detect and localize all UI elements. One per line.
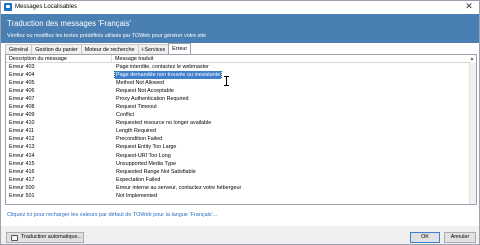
row-translation[interactable]: Length Required <box>112 127 470 135</box>
row-description: Erreur 500 <box>9 184 35 191</box>
row-translation-text: Not Implemented <box>116 192 158 199</box>
row-translation-text: Conflict <box>116 112 134 119</box>
vertical-scrollbar[interactable] <box>469 63 476 204</box>
auto-translate-label: Traduction automatique... <box>21 234 82 240</box>
row-translation-text: Requested resource no longer available <box>116 120 212 127</box>
tab-gestion-panier[interactable]: Gestion du panier <box>31 44 82 54</box>
scroll-up-icon[interactable]: ▲ <box>469 55 475 63</box>
row-translation-text: Request Not Acceptable <box>116 88 174 95</box>
row-translation-text: Length Required <box>116 128 156 135</box>
table-row[interactable]: Erreur 416 Requested Range Not Satisfiabl… <box>6 168 470 176</box>
ok-button[interactable]: OK <box>410 232 440 243</box>
close-icon[interactable]: ✕ <box>463 2 475 12</box>
row-translation-text: Requested Range Not Satisfiable <box>116 168 196 175</box>
tab-moteur-recherche[interactable]: Moteur de recherche <box>80 44 139 54</box>
column-header-translated[interactable]: Message traduit <box>112 55 470 62</box>
table-row[interactable]: Erreur 404 Page demandée non trouvée ou i… <box>6 71 470 80</box>
row-description: Erreur 413 <box>9 144 35 151</box>
reload-defaults-link[interactable]: Cliquez ici pour recharger les valeurs p… <box>7 212 217 218</box>
row-description: Erreur 415 <box>9 160 35 167</box>
table-row[interactable]: Erreur 403 Page interdite, contactez le w… <box>6 63 470 71</box>
row-translation-editor[interactable]: Page demandée non trouvée ou inexistante <box>112 71 470 80</box>
row-translation[interactable]: Expectation Failed <box>112 176 470 184</box>
page-title: Traduction des messages 'Français' <box>7 19 132 28</box>
row-translation[interactable]: Request Not Acceptable <box>112 87 470 95</box>
row-translation-text: Page interdite, contactez le webmaster <box>116 64 209 70</box>
table-row[interactable]: Erreur 412 Precondition Failed <box>6 135 470 143</box>
row-description: Erreur 404 <box>9 72 35 79</box>
row-description: Erreur 417 <box>9 176 35 183</box>
row-translation[interactable]: Proxy Authentication Required <box>112 95 470 103</box>
window-title: Messages Localisables <box>15 4 78 10</box>
row-description: Erreur 406 <box>9 88 35 95</box>
table-row[interactable]: Erreur 417 Expectation Failed <box>6 176 470 184</box>
row-translation-text: Request Timeout <box>116 104 157 111</box>
row-translation-text: Precondition Failed <box>116 136 163 143</box>
row-translation[interactable]: Erreur interne au serveur, contactez vot… <box>112 184 470 192</box>
grid-rows: Erreur 403 Page interdite, contactez le w… <box>6 63 470 200</box>
row-translation[interactable]: Request-URI Too Long <box>112 152 470 160</box>
row-translation-text: Proxy Authentication Required <box>116 96 189 103</box>
table-row[interactable]: Erreur 500 Erreur interne au serveur, con… <box>6 184 470 192</box>
row-translation[interactable]: Not Implemented <box>112 192 470 200</box>
tab-i-services[interactable]: i-Services <box>137 44 170 54</box>
row-description: Erreur 409 <box>9 112 35 119</box>
auto-translate-button[interactable]: Traduction automatique... <box>6 232 84 243</box>
row-translation[interactable]: Requested resource no longer available <box>112 119 470 127</box>
grid-header: Description du message Message traduit <box>6 55 470 63</box>
dialog-window: Messages Localisables ✕ Traduction des m… <box>0 0 480 245</box>
cancel-button[interactable]: Annuler <box>444 232 476 243</box>
tab-strip: Général Gestion du panier Moteur de rech… <box>5 43 192 54</box>
page-subtitle: Vérifiez ou modifiez les textes prédéfin… <box>7 33 206 39</box>
row-translation[interactable]: Request Timeout <box>112 103 470 111</box>
table-row[interactable]: Erreur 414 Request-URI Too Long <box>6 152 470 160</box>
row-translation-text: Expectation Failed <box>116 176 161 183</box>
row-description: Erreur 403 <box>9 64 35 70</box>
row-description: Erreur 412 <box>9 136 35 143</box>
row-description: Erreur 416 <box>9 168 35 175</box>
table-row[interactable]: Erreur 410 Requested resource no longer a… <box>6 119 470 127</box>
table-row[interactable]: Erreur 415 Unsupported Media Type <box>6 160 470 168</box>
text-cursor-icon <box>223 76 229 86</box>
row-translation[interactable]: Page interdite, contactez le webmaster <box>112 63 470 71</box>
row-translation[interactable]: Requested Range Not Satisfiable <box>112 168 470 176</box>
row-translation[interactable]: Request Entity Too Large <box>112 143 470 151</box>
row-description: Erreur 407 <box>9 96 35 103</box>
table-row[interactable]: Erreur 413 Request Entity Too Large <box>6 143 470 151</box>
row-translation-text: Unsupported Media Type <box>116 160 177 167</box>
app-icon <box>4 3 12 11</box>
column-header-description[interactable]: Description du message <box>6 55 112 62</box>
table-row[interactable]: Erreur 407 Proxy Authentication Required <box>6 95 470 103</box>
row-translation-text: Erreur interne au serveur, contactez vot… <box>116 184 242 191</box>
row-translation-text[interactable]: Page demandée non trouvée ou inexistante <box>113 71 223 80</box>
messages-grid: Description du message Message traduit ▲… <box>5 54 477 205</box>
title-bar[interactable]: Messages Localisables ✕ <box>1 1 479 14</box>
row-description: Erreur 405 <box>9 80 35 87</box>
row-description: Erreur 411 <box>9 128 35 135</box>
translate-icon <box>11 234 18 241</box>
row-description: Erreur 501 <box>9 192 35 199</box>
tab-erreur[interactable]: Erreur <box>168 43 192 54</box>
row-translation-text: Method Not Allowed <box>116 80 164 87</box>
row-translation-text: Request-URI Too Long <box>116 152 171 159</box>
row-description: Erreur 414 <box>9 152 35 159</box>
table-row[interactable]: Erreur 409 Conflict <box>6 111 470 119</box>
row-translation[interactable]: Precondition Failed <box>112 135 470 143</box>
header-band: Traduction des messages 'Français' Vérif… <box>1 14 479 43</box>
row-translation[interactable]: Method Not Allowed <box>112 79 470 87</box>
row-translation-text: Request Entity Too Large <box>116 144 177 151</box>
table-row[interactable]: Erreur 406 Request Not Acceptable <box>6 87 470 95</box>
row-description: Erreur 408 <box>9 104 35 111</box>
table-row[interactable]: Erreur 501 Not Implemented <box>6 192 470 200</box>
row-translation[interactable]: Conflict <box>112 111 470 119</box>
row-description: Erreur 410 <box>9 120 35 127</box>
table-row[interactable]: Erreur 411 Length Required <box>6 127 470 135</box>
row-translation[interactable]: Unsupported Media Type <box>112 160 470 168</box>
table-row[interactable]: Erreur 405 Method Not Allowed <box>6 79 470 87</box>
tab-general[interactable]: Général <box>5 44 33 54</box>
table-row[interactable]: Erreur 408 Request Timeout <box>6 103 470 111</box>
